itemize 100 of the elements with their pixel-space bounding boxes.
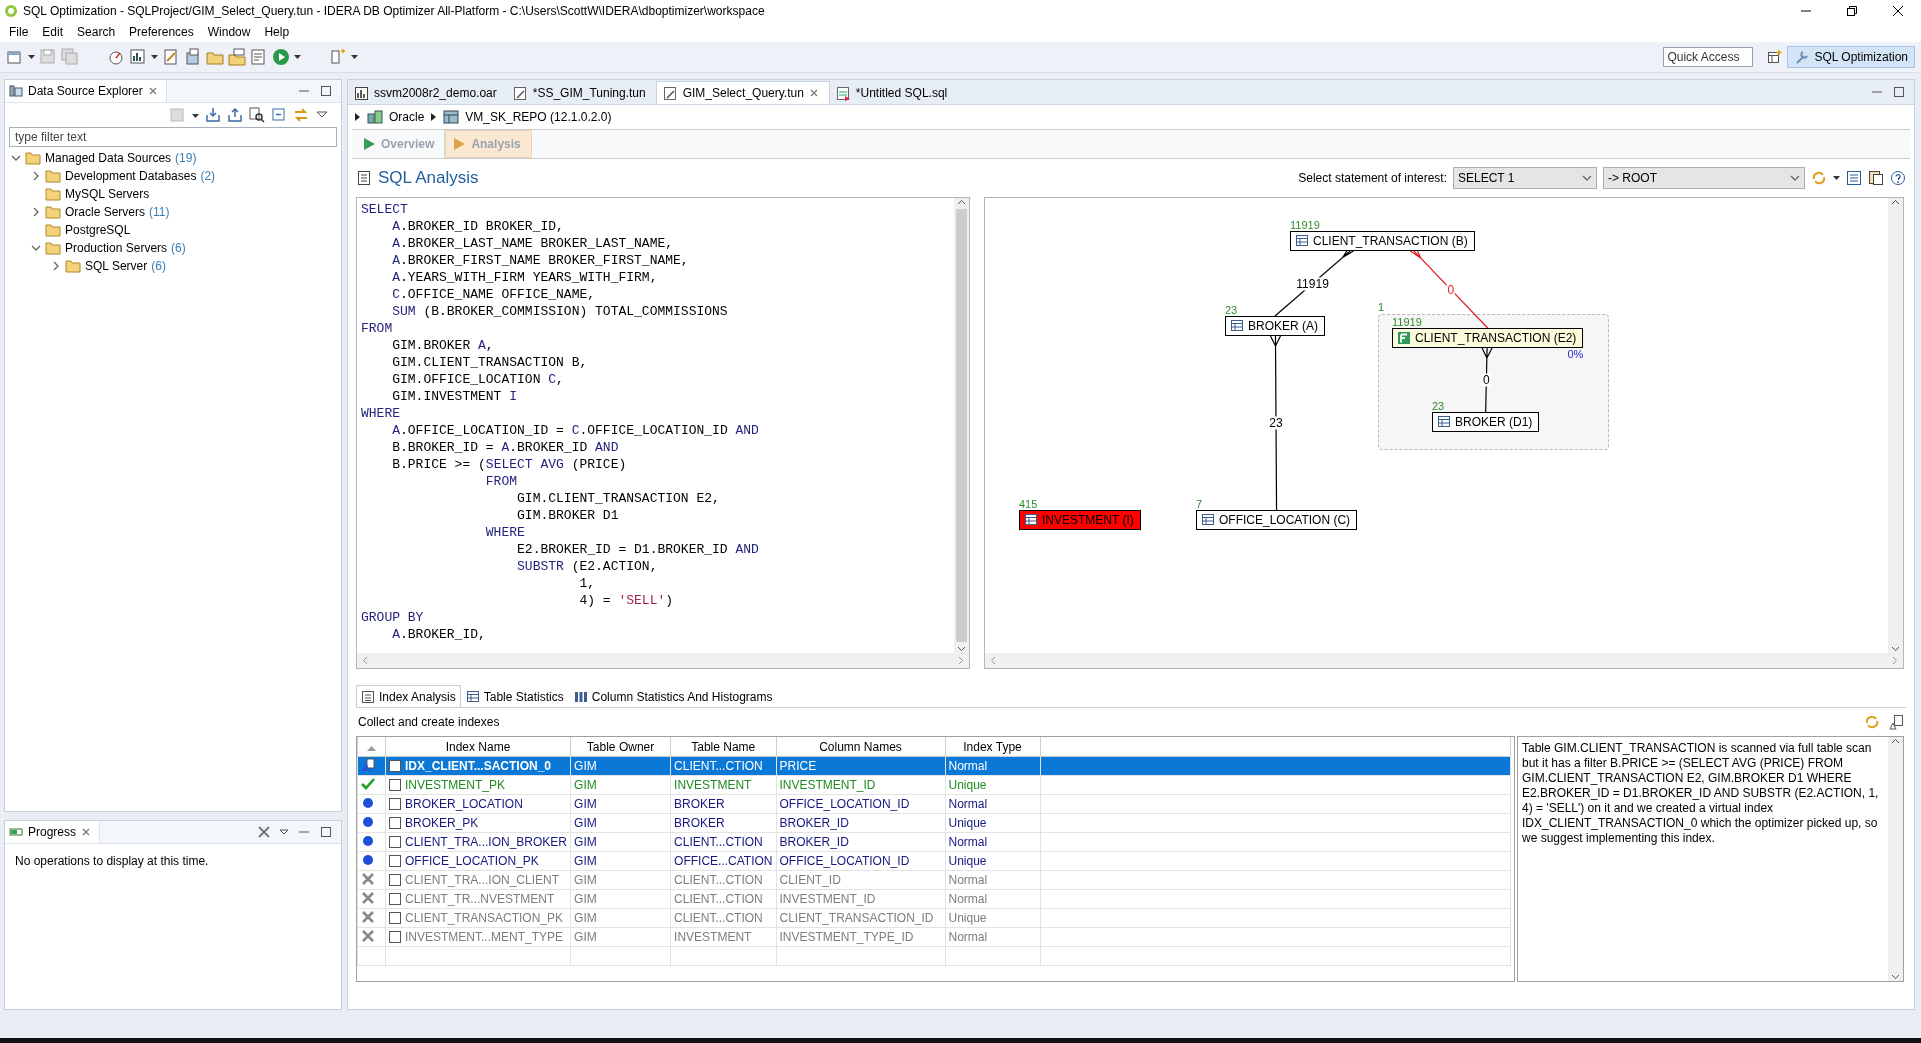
code-line: E2.BROKER_ID = D1.BROKER_ID AND [516, 541, 760, 558]
quick-access-field[interactable]: Quick Access [1663, 47, 1754, 67]
breadcrumb-arrow-icon[interactable] [354, 111, 361, 123]
breadcrumb-item[interactable]: Oracle [389, 110, 425, 124]
table-row[interactable]: BROKER_PK GIM BROKER BROKER_ID Unique [357, 813, 1510, 833]
maximize-icon[interactable] [319, 825, 333, 839]
column-header[interactable]: Table Owner [570, 737, 671, 757]
remove-all-icon[interactable] [257, 825, 271, 839]
tree-item-label[interactable]: Development Databases [65, 169, 197, 183]
breadcrumb-arrow-icon[interactable] [430, 111, 438, 123]
menu-item[interactable]: File [2, 24, 36, 40]
column-header[interactable]: Table Name [670, 737, 776, 757]
node-label: BROKER (D1) [1455, 415, 1533, 429]
open-perspective-icon[interactable] [1767, 49, 1784, 65]
panel-tab[interactable]: Progress [5, 821, 101, 843]
search-icon[interactable] [249, 107, 265, 123]
report-icon[interactable] [1868, 170, 1884, 186]
expand-caret-icon[interactable] [31, 207, 41, 217]
table-cell: IDX_CLIENT...SACTION_0 [405, 759, 552, 773]
view-tab[interactable]: Table Statistics [460, 685, 569, 707]
column-header[interactable]: Index Name [385, 737, 571, 757]
list-icon[interactable] [1846, 170, 1862, 186]
checkbox[interactable] [389, 912, 401, 924]
scrollbar[interactable] [985, 653, 1903, 668]
table-cell: CLIENT_ID [776, 870, 945, 890]
gauge-icon[interactable] [107, 48, 125, 66]
tree-item-label[interactable]: Managed Data Sources [45, 151, 172, 165]
tree-item-label[interactable]: SQL Server [85, 259, 148, 273]
code-line: GIM.BROKER D1 [516, 507, 620, 524]
tree-item-label[interactable]: Oracle Servers [65, 205, 146, 219]
dropdown[interactable]: -> ROOT [1603, 167, 1805, 189]
table-row[interactable]: OFFICE_LOCATION_PK GIM OFFICE...CATION OFFICE_LOCATION_ID Unique [357, 851, 1510, 871]
table-row[interactable]: INVESTMENT...MENT_TYPE GIM INVESTMENT INVESTMENT_TYPE_ID Normal [357, 927, 1510, 947]
checkbox[interactable] [389, 760, 401, 772]
import-icon[interactable] [205, 107, 221, 123]
scrollbar[interactable] [357, 653, 969, 668]
sql-folder-icon[interactable] [228, 48, 246, 66]
maximize-icon[interactable] [1892, 85, 1906, 99]
column-header[interactable]: Column Names [776, 737, 945, 757]
sort-icon[interactable] [367, 744, 376, 751]
expand-caret-icon[interactable] [31, 171, 41, 181]
checkbox[interactable] [389, 817, 401, 829]
database-icon[interactable] [184, 48, 202, 66]
export-icon[interactable] [227, 107, 243, 123]
table-row[interactable]: CLIENT_TRA...ION_BROKER GIM CLIENT...CTION BROKER_ID Normal [357, 832, 1510, 852]
table-cell: OFFICE_LOCATION_PK [405, 854, 539, 868]
table-row[interactable]: CLIENT_TRA...ION_CLIENT GIM CLIENT...CTION CLIENT_ID Normal [357, 870, 1510, 890]
close-icon[interactable] [1892, 5, 1904, 17]
export-doc-icon[interactable] [1888, 714, 1904, 730]
menu-item[interactable]: Preferences [122, 24, 201, 40]
editor-tab[interactable]: *Untitled SQL.sql [829, 82, 958, 104]
scrollbar[interactable] [1888, 198, 1903, 653]
code-line: B.PRICE >= (SELECT AVG (PRICE) [391, 456, 628, 473]
table-row[interactable]: CLIENT_TR...NVESTMENT GIM CLIENT...CTION INVESTMENT_ID Normal [357, 889, 1510, 909]
table-cell: INVESTMENT_TYPE_ID [776, 927, 945, 947]
menu-item[interactable]: Search [70, 24, 123, 40]
editor-tab[interactable]: GIM_Select_Query.tun [655, 81, 830, 104]
column-header[interactable]: Index Type [945, 737, 1040, 757]
menu-item[interactable]: Window [200, 24, 258, 40]
menu-item[interactable]: Edit [35, 24, 71, 40]
perspective-button[interactable]: SQL Optimization [1787, 46, 1915, 68]
table-row[interactable]: IDX_CLIENT...SACTION_0 GIM CLIENT...CTION PRICE Normal [357, 756, 1510, 776]
table-row[interactable]: CLIENT_TRANSACTION_PK GIM CLIENT...CTION CLIENT_TRANSACTION_ID Unique [357, 908, 1510, 928]
checkbox[interactable] [389, 855, 401, 867]
table-cell: Normal [945, 832, 1040, 852]
restore-icon[interactable] [1846, 5, 1858, 17]
panel-tab[interactable]: Data Source Explorer [5, 80, 167, 102]
collapse-caret-icon[interactable] [11, 153, 21, 163]
table-row[interactable]: INVESTMENT_PK GIM INVESTMENT INVESTMENT_ID Unique [357, 775, 1510, 795]
editor-tab[interactable]: *SS_GIM_Tuning.tun [506, 82, 656, 104]
editor-tab[interactable]: ssvm2008r2_demo.oar [348, 82, 507, 104]
item-count: (6) [151, 259, 166, 273]
checkbox[interactable] [389, 931, 401, 943]
maximize-icon[interactable] [319, 84, 333, 98]
scrollbar[interactable] [954, 198, 969, 653]
help-icon[interactable] [1890, 170, 1906, 186]
collapse-caret-icon[interactable] [31, 243, 41, 253]
tree-item-label[interactable]: MySQL Servers [65, 187, 150, 201]
table-row[interactable]: BROKER_LOCATION GIM BROKER OFFICE_LOCATION_ID Normal [357, 794, 1510, 814]
view-tab[interactable]: Column Statistics And Histograms [568, 685, 778, 707]
tree-item-label[interactable]: Production Servers [65, 241, 168, 255]
filter-field[interactable]: type filter text [9, 127, 337, 147]
tree-item-label[interactable]: PostgreSQL [65, 223, 131, 237]
dot-icon [361, 833, 375, 848]
expand-caret-icon[interactable] [51, 261, 61, 271]
checkbox[interactable] [389, 836, 401, 848]
menu-item[interactable]: Help [257, 24, 297, 40]
checkbox[interactable] [389, 893, 401, 905]
dropdown[interactable]: SELECT 1 [1453, 167, 1597, 189]
bar-chart-icon[interactable] [129, 48, 147, 66]
checkbox[interactable] [389, 798, 401, 810]
run-icon[interactable] [272, 48, 290, 66]
code-line: A.BROKER_FIRST_NAME BROKER_FIRST_NAME, [391, 252, 690, 269]
item-count: (2) [200, 169, 216, 183]
scrollbar[interactable] [1888, 737, 1903, 981]
breadcrumb-item[interactable]: VM_SK_REPO (12.1.0.2.0) [465, 110, 612, 124]
collapse-all-icon[interactable] [271, 107, 287, 123]
checkbox[interactable] [389, 874, 401, 886]
checkbox[interactable] [389, 779, 401, 791]
view-tab[interactable]: Index Analysis [356, 685, 461, 707]
